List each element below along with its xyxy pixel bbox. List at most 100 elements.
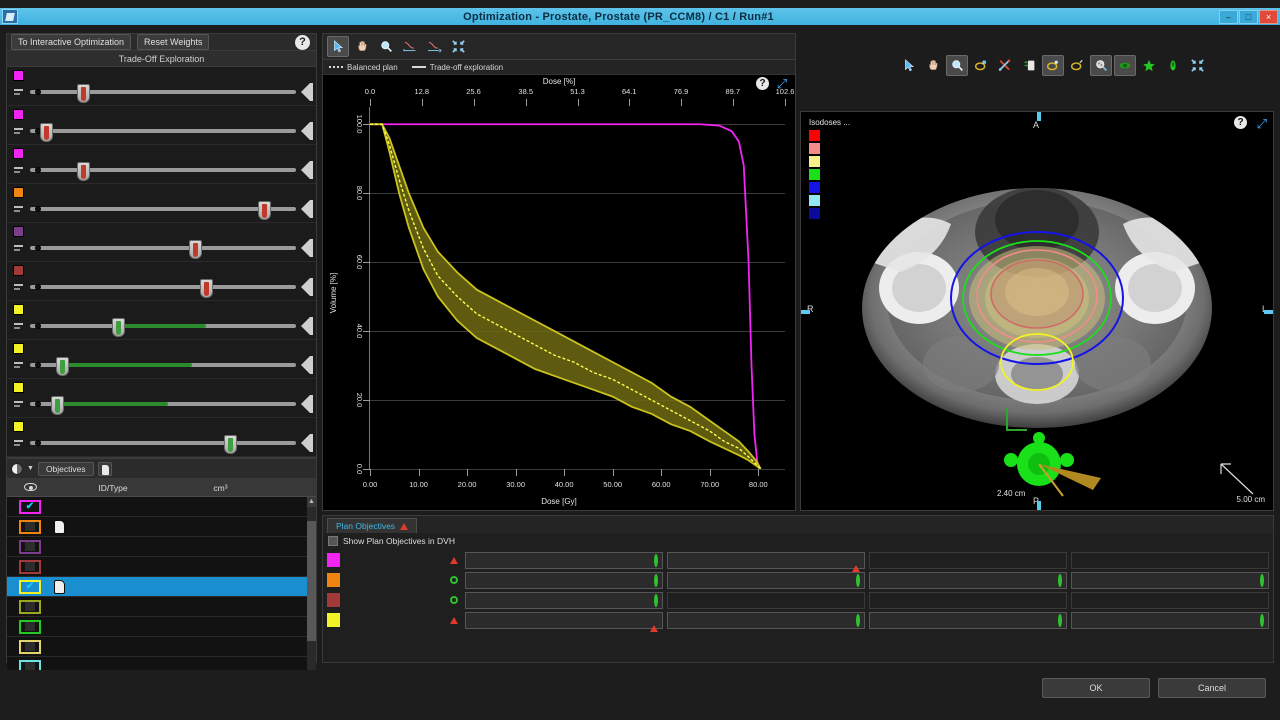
slider-row[interactable] xyxy=(7,67,316,106)
slider-track[interactable] xyxy=(30,358,296,372)
slider-row[interactable] xyxy=(7,301,316,340)
slider-handle[interactable] xyxy=(77,84,90,103)
slider-row[interactable] xyxy=(7,106,316,145)
fit-screen-icon[interactable] xyxy=(447,36,469,57)
slice-slider-left[interactable] xyxy=(801,310,810,314)
help-icon[interactable]: ? xyxy=(1234,116,1247,129)
scroll-thumb[interactable] xyxy=(307,521,316,641)
plot-area[interactable]: 0.020.040.060.080.0100.00.0010.0020.0030… xyxy=(369,107,785,470)
dvh-chart[interactable]: Dose [%] ? ⤢ Volume [%] Dose [Gy] 0.020.… xyxy=(323,75,795,510)
lock-icon[interactable] xyxy=(13,437,26,450)
objective-cell[interactable] xyxy=(869,612,1067,629)
checkbox[interactable] xyxy=(19,560,41,574)
slider-endcap-icon[interactable] xyxy=(298,199,314,219)
lock-icon[interactable] xyxy=(13,359,26,372)
isodose-legend-row[interactable] xyxy=(809,195,850,206)
magnifier-icon[interactable] xyxy=(375,36,397,57)
slider-track[interactable] xyxy=(30,241,296,255)
slider-endcap-icon[interactable] xyxy=(298,121,314,141)
slider-row[interactable] xyxy=(7,379,316,418)
pan-hand-icon[interactable] xyxy=(351,36,373,57)
objective-cell[interactable] xyxy=(465,592,663,609)
slider-endcap-icon[interactable] xyxy=(298,238,314,258)
slider-track[interactable] xyxy=(30,124,296,138)
objective-cell[interactable] xyxy=(667,612,865,629)
checkbox[interactable] xyxy=(19,620,41,634)
objective-cell[interactable] xyxy=(465,572,663,589)
objective-cell[interactable] xyxy=(465,612,663,629)
maximize-button[interactable]: □ xyxy=(1239,10,1258,24)
slider-track[interactable] xyxy=(30,280,296,294)
slice-icon[interactable] xyxy=(1018,55,1040,76)
table-row[interactable] xyxy=(7,557,316,577)
close-button[interactable]: × xyxy=(1259,10,1278,24)
table-row[interactable]: ✔ xyxy=(7,577,316,597)
row-visibility-toggle[interactable]: ✔ xyxy=(7,580,53,594)
table-row[interactable] xyxy=(7,637,316,657)
slice-slider-top[interactable] xyxy=(1037,112,1041,121)
contour-edit-icon[interactable] xyxy=(1042,55,1064,76)
isodose-legend-row[interactable] xyxy=(809,208,850,219)
lock-icon[interactable] xyxy=(13,281,26,294)
row-visibility-toggle[interactable] xyxy=(7,520,53,534)
row-document-icon[interactable] xyxy=(53,581,69,593)
objectives-scrollbar[interactable]: ▲ xyxy=(307,497,316,677)
objective-cell[interactable] xyxy=(869,572,1067,589)
help-icon[interactable]: ? xyxy=(295,35,310,50)
slider-track[interactable] xyxy=(30,319,296,333)
slider-endcap-icon[interactable] xyxy=(298,433,314,453)
show-plan-objectives-row[interactable]: Show Plan Objectives in DVH xyxy=(323,533,1273,548)
row-document-icon[interactable] xyxy=(53,521,69,533)
cancel-button[interactable]: Cancel xyxy=(1158,678,1266,698)
objective-cell[interactable] xyxy=(465,552,663,569)
slider-handle[interactable] xyxy=(112,318,125,337)
pointer-icon[interactable] xyxy=(327,36,349,57)
bone-window-icon[interactable] xyxy=(1090,55,1112,76)
to-interactive-optimization-button[interactable]: To Interactive Optimization xyxy=(11,34,131,50)
objective-cell[interactable] xyxy=(667,572,865,589)
lock-icon[interactable] xyxy=(13,86,26,99)
checkbox[interactable] xyxy=(19,540,41,554)
slider-handle[interactable] xyxy=(200,279,213,298)
ok-button[interactable]: OK xyxy=(1042,678,1150,698)
lock-icon[interactable] xyxy=(13,164,26,177)
table-row[interactable] xyxy=(7,517,316,537)
objective-cell[interactable] xyxy=(1071,612,1269,629)
slider-handle[interactable] xyxy=(56,357,69,376)
table-row[interactable] xyxy=(7,597,316,617)
row-visibility-toggle[interactable]: ✔ xyxy=(7,500,53,514)
checkbox[interactable] xyxy=(19,520,41,534)
isodose-legend-row[interactable] xyxy=(809,156,850,167)
window-level-icon[interactable] xyxy=(970,55,992,76)
contrast-icon[interactable] xyxy=(11,463,23,475)
slider-endcap-icon[interactable] xyxy=(298,355,314,375)
slider-row[interactable] xyxy=(7,184,316,223)
measure-tools-icon[interactable] xyxy=(994,55,1016,76)
lock-icon[interactable] xyxy=(13,203,26,216)
ct-image[interactable] xyxy=(801,112,1273,510)
show-in-dvh-checkbox[interactable] xyxy=(328,536,338,546)
slider-handle[interactable] xyxy=(40,123,53,142)
help-icon[interactable]: ? xyxy=(756,77,769,90)
slider-handle[interactable] xyxy=(224,435,237,454)
minimize-button[interactable]: – xyxy=(1219,10,1238,24)
contour-draw-icon[interactable] xyxy=(1066,55,1088,76)
checkbox[interactable] xyxy=(19,600,41,614)
slider-row[interactable] xyxy=(7,223,316,262)
lock-icon[interactable] xyxy=(13,398,26,411)
row-visibility-toggle[interactable] xyxy=(7,600,53,614)
slider-handle[interactable] xyxy=(77,162,90,181)
checkbox[interactable]: ✔ xyxy=(19,500,41,514)
chevron-down-icon[interactable]: ▼ xyxy=(27,465,34,472)
slider-track[interactable] xyxy=(30,85,296,99)
isodose-legend-row[interactable] xyxy=(809,143,850,154)
isodose-legend-row[interactable] xyxy=(809,182,850,193)
lock-icon[interactable] xyxy=(13,242,26,255)
row-visibility-toggle[interactable] xyxy=(7,620,53,634)
slice-slider-bottom[interactable] xyxy=(1037,501,1041,510)
slider-track[interactable] xyxy=(30,436,296,450)
ct-slice-viewer[interactable]: Isodoses ... ? ⤢ A P R L 2.40 cm 5.00 cm xyxy=(800,111,1274,511)
document-icon[interactable] xyxy=(98,462,112,476)
objective-cell[interactable] xyxy=(667,552,865,569)
magnifier-icon[interactable] xyxy=(946,55,968,76)
